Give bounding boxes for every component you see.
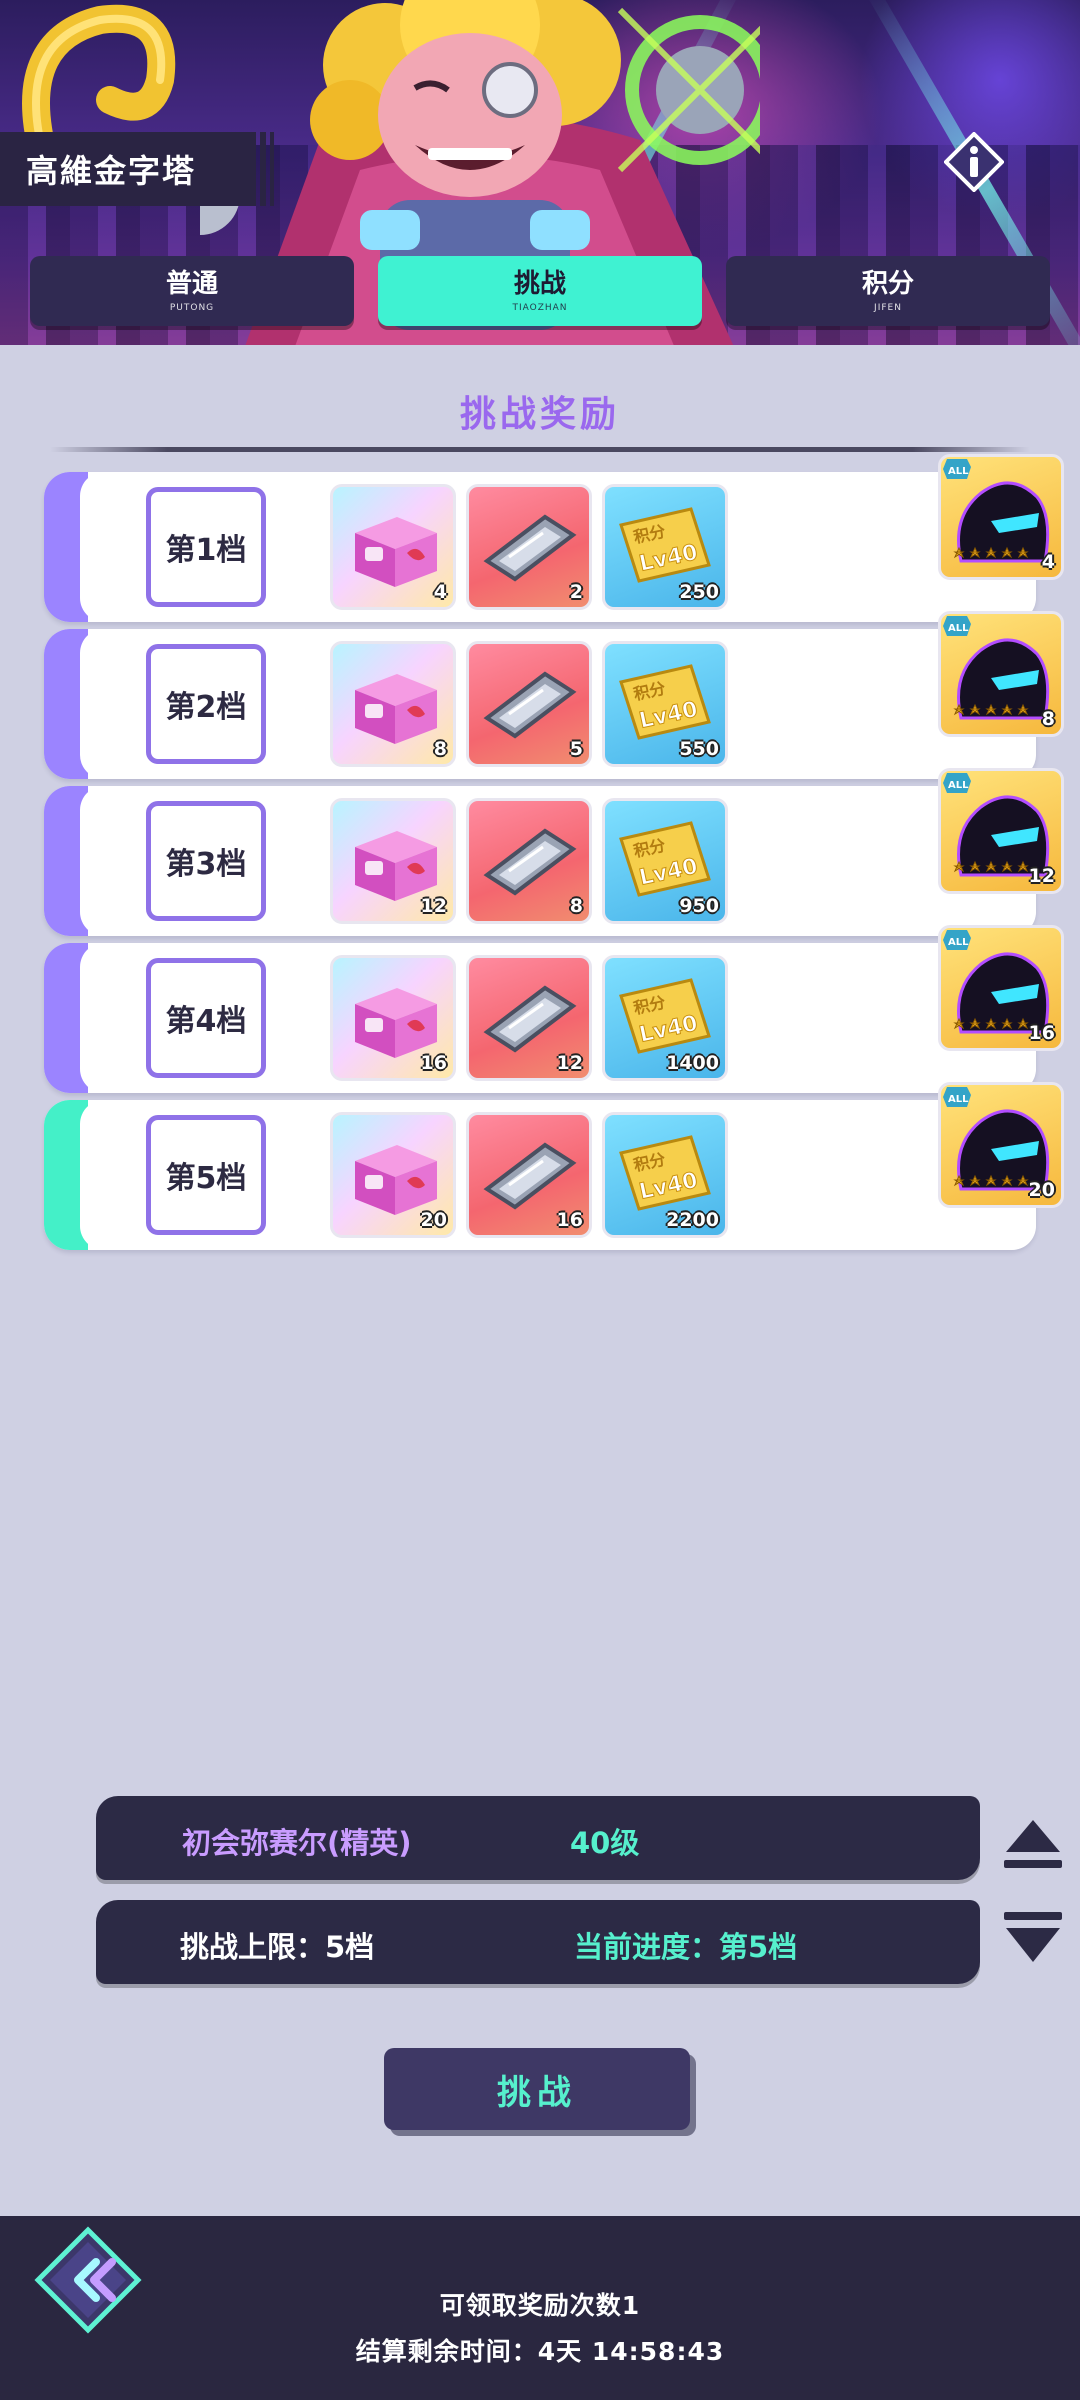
svg-text:ALL: ALL [948, 1094, 969, 1105]
tier-label: 第4档 [146, 958, 266, 1078]
reward-row: 第5档 20 16 积分 Lv40 2200 ALL 20 [44, 1082, 1064, 1250]
claims-remaining-text: 可领取奖励次数1 [439, 2291, 641, 2320]
item-quantity: 12 [420, 895, 447, 917]
reward-item-hero-fragment[interactable]: ALL 4 [938, 454, 1064, 580]
tier-label: 第2档 [146, 644, 266, 764]
reward-items: 4 2 积分 Lv40 250 ALL 4 [330, 454, 1064, 610]
reward-items: 16 12 积分 Lv40 1400 ALL 16 [330, 925, 1064, 1081]
reward-item-gift-box[interactable]: 20 [330, 1112, 456, 1238]
item-quantity: 20 [1028, 1179, 1055, 1201]
challenge-limit: 挑战上限：5档 [180, 1930, 375, 1964]
tier-label: 第3档 [146, 801, 266, 921]
item-quantity: 12 [556, 1052, 583, 1074]
info-button[interactable] [944, 132, 1004, 192]
section-divider [50, 447, 1030, 452]
reward-item-ticket[interactable]: 2 [466, 484, 592, 610]
item-quantity: 5 [569, 738, 583, 760]
item-quantity: 16 [1028, 1022, 1055, 1044]
reward-item-hero-fragment[interactable]: ALL 12 [938, 768, 1064, 894]
reward-row: 第2档 8 5 积分 Lv40 550 ALL 8 [44, 611, 1064, 779]
tier-label: 第5档 [146, 1115, 266, 1235]
item-quantity: 250 [679, 581, 719, 603]
reward-item-hero-fragment[interactable]: ALL 8 [938, 611, 1064, 737]
item-quantity: 2200 [666, 1209, 719, 1231]
item-quantity: 550 [679, 738, 719, 760]
item-quantity: 20 [420, 1209, 447, 1231]
reward-item-gift-box[interactable]: 16 [330, 955, 456, 1081]
level-up-arrow-icon[interactable] [1000, 1816, 1066, 1874]
reward-item-gift-box[interactable]: 8 [330, 641, 456, 767]
tab-putong[interactable]: 普通 PUTONG [30, 256, 354, 326]
reward-row: 第1档 4 2 积分 Lv40 250 ALL 4 [44, 454, 1064, 622]
tab-sublabel: JIFEN [874, 303, 902, 313]
mode-tabs: 普通 PUTONG 挑战 TIAOZHAN 积分 JIFEN [30, 256, 1050, 328]
reward-item-points-card[interactable]: 积分 Lv40 2200 [602, 1112, 728, 1238]
golden-scepter-decoration [22, 4, 176, 150]
reward-item-hero-fragment[interactable]: ALL 20 [938, 1082, 1064, 1208]
item-quantity: 950 [679, 895, 719, 917]
item-quantity: 4 [1041, 551, 1055, 573]
reward-item-points-card[interactable]: 积分 Lv40 950 [602, 798, 728, 924]
svg-text:ALL: ALL [948, 623, 969, 634]
reward-list: 第1档 4 2 积分 Lv40 250 ALL 4 第2档 8 5 积分 Lv40 550 ALL 8 第3档 1… [44, 454, 1064, 1257]
tab-label: 普通 [165, 269, 218, 299]
tier-label: 第1档 [146, 487, 266, 607]
item-quantity: 4 [433, 581, 447, 603]
reward-item-points-card[interactable]: 积分 Lv40 1400 [602, 955, 728, 1081]
reward-item-ticket[interactable]: 5 [466, 641, 592, 767]
settlement-countdown-text: 结算剩余时间：4天 14:58:43 [355, 2337, 725, 2366]
svg-text:ALL: ALL [948, 937, 969, 948]
item-quantity: 12 [1028, 865, 1055, 887]
item-quantity: 8 [569, 895, 583, 917]
reward-item-ticket[interactable]: 8 [466, 798, 592, 924]
reward-item-points-card[interactable]: 积分 Lv40 250 [602, 484, 728, 610]
opponent-name: 初会弥赛尔(精英) [182, 1826, 412, 1860]
reward-items: 20 16 积分 Lv40 2200 ALL 20 [330, 1082, 1064, 1238]
tab-label: 积分 [861, 269, 914, 299]
tab-label: 挑战 [513, 269, 566, 299]
tab-jifen[interactable]: 积分 JIFEN [726, 256, 1050, 326]
reward-item-hero-fragment[interactable]: ALL 16 [938, 925, 1064, 1051]
tab-tiaozhan[interactable]: 挑战 TIAOZHAN [378, 256, 702, 326]
challenge-button[interactable]: 挑战 [384, 2048, 690, 2130]
item-quantity: 16 [420, 1052, 447, 1074]
opponent-level: 40级 [570, 1826, 640, 1860]
stage-title: 高維金字塔 [0, 132, 274, 206]
tab-sublabel: PUTONG [169, 303, 215, 313]
reward-item-points-card[interactable]: 积分 Lv40 550 [602, 641, 728, 767]
svg-text:ALL: ALL [948, 466, 969, 477]
reward-row: 第4档 16 12 积分 Lv40 1400 ALL 16 [44, 925, 1064, 1093]
reward-item-ticket[interactable]: 16 [466, 1112, 592, 1238]
reward-items: 12 8 积分 Lv40 950 ALL 12 [330, 768, 1064, 924]
reward-item-gift-box[interactable]: 4 [330, 484, 456, 610]
tab-sublabel: TIAOZHAN [512, 303, 568, 313]
reward-row: 第3档 12 8 积分 Lv40 950 ALL 12 [44, 768, 1064, 936]
level-down-arrow-icon[interactable] [1000, 1908, 1066, 1966]
current-progress: 当前进度：第5档 [574, 1930, 798, 1964]
reward-items: 8 5 积分 Lv40 550 ALL 8 [330, 611, 1064, 767]
opponent-panel: 初会弥赛尔(精英) 40级 [96, 1796, 980, 1880]
item-quantity: 16 [556, 1209, 583, 1231]
info-icon [944, 132, 1004, 192]
reward-item-ticket[interactable]: 12 [466, 955, 592, 1081]
item-quantity: 2 [569, 581, 583, 603]
item-quantity: 1400 [666, 1052, 719, 1074]
reward-item-gift-box[interactable]: 12 [330, 798, 456, 924]
progress-panel: 挑战上限：5档 当前进度：第5档 [96, 1900, 980, 1984]
item-quantity: 8 [433, 738, 447, 760]
svg-text:ALL: ALL [948, 780, 969, 791]
item-quantity: 8 [1041, 708, 1055, 730]
section-title: 挑战奖励 [459, 394, 620, 435]
